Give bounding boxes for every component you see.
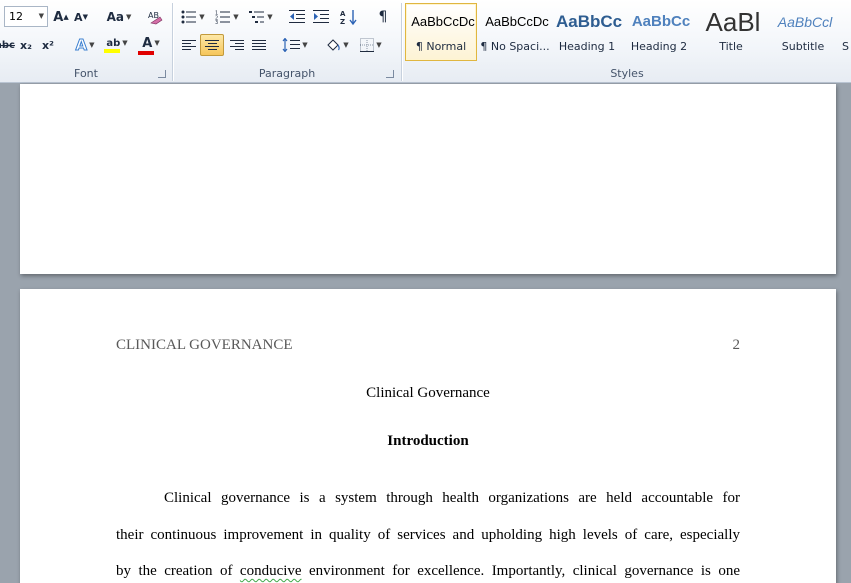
paragraph-line: their continuous improvement in quality … bbox=[116, 526, 740, 543]
justify-icon bbox=[252, 40, 266, 50]
body-paragraph[interactable]: Clinical governance is a system through … bbox=[116, 480, 740, 583]
clear-formatting-icon: AB bbox=[148, 11, 163, 25]
subscript-button[interactable]: x₂ bbox=[16, 34, 36, 56]
borders-icon bbox=[360, 38, 375, 52]
document-page-1[interactable] bbox=[20, 84, 836, 274]
running-head: CLINICAL GOVERNANCE bbox=[116, 337, 293, 353]
text-effects-button[interactable]: A ▼ bbox=[70, 34, 100, 56]
font-group: 12 ▼ A▲ A▼ Aa▼ AB abc x₂ x² A▼ bbox=[0, 0, 172, 83]
paragraph-text: environment for excellence. Importantly,… bbox=[309, 563, 741, 579]
align-left-button[interactable] bbox=[178, 34, 200, 56]
font-size-box[interactable]: 12 ▼ bbox=[4, 6, 48, 27]
increase-indent-icon bbox=[313, 10, 329, 23]
style-subtle-emphasis[interactable]: S bbox=[839, 3, 851, 61]
numbering-icon: 1 2 3 bbox=[215, 11, 231, 24]
align-right-icon bbox=[230, 40, 244, 50]
svg-text:3: 3 bbox=[215, 20, 218, 24]
style-heading-2[interactable]: AaBbCc Heading 2 bbox=[623, 3, 695, 61]
sort-icon: A Z bbox=[340, 10, 357, 25]
bullets-button[interactable]: ▼ bbox=[178, 6, 208, 28]
show-formatting-marks-button[interactable]: ¶ bbox=[372, 6, 394, 28]
grow-font-button[interactable]: A ▲ bbox=[52, 6, 70, 28]
document-page-2[interactable]: CLINICAL GOVERNANCE 2 Clinical Governanc… bbox=[20, 289, 836, 583]
font-dialog-launcher-icon[interactable] bbox=[158, 70, 166, 78]
group-separator bbox=[401, 3, 402, 81]
font-group-label: Font bbox=[74, 67, 98, 80]
ribbon: 12 ▼ A▲ A▼ Aa▼ AB abc x₂ x² A▼ bbox=[0, 0, 851, 83]
strikethrough-button[interactable]: abc bbox=[0, 34, 15, 56]
decrease-indent-icon bbox=[289, 10, 305, 23]
paragraph-text: by the creation of bbox=[116, 563, 233, 579]
paragraph-group-label: Paragraph bbox=[258, 67, 316, 80]
paragraph-group: ▼ 1 2 3 ▼ ▼ A Z ¶ ▼ ▼ ▼ Paragraph bbox=[174, 0, 400, 83]
styles-group-label: Styles bbox=[610, 67, 644, 80]
paragraph-line: by the creation of conducive environment… bbox=[116, 553, 740, 583]
align-right-button[interactable] bbox=[226, 34, 248, 56]
spelling-flagged-word[interactable]: conducive bbox=[240, 563, 302, 579]
font-color-button[interactable]: A ▼ bbox=[136, 34, 166, 56]
increase-indent-button[interactable] bbox=[310, 6, 332, 28]
superscript-button[interactable]: x² bbox=[38, 34, 58, 56]
style-heading-1[interactable]: AaBbCc Heading 1 bbox=[551, 3, 623, 61]
change-case-button[interactable]: Aa ▼ bbox=[104, 6, 134, 28]
multilevel-list-button[interactable]: ▼ bbox=[246, 6, 276, 28]
line-spacing-icon bbox=[282, 38, 301, 52]
style-no-spacing[interactable]: AaBbCcDc ¶ No Spaci... bbox=[479, 3, 551, 61]
clear-formatting-button[interactable]: AB bbox=[144, 6, 166, 28]
document-title: Clinical Governance bbox=[366, 385, 490, 401]
font-size-value: 12 bbox=[9, 10, 23, 23]
sort-button[interactable]: A Z bbox=[338, 6, 360, 28]
align-center-icon bbox=[205, 40, 219, 50]
align-left-icon bbox=[182, 40, 196, 50]
paragraph-dialog-launcher-icon[interactable] bbox=[386, 70, 394, 78]
multilevel-list-icon bbox=[249, 11, 265, 23]
style-title[interactable]: AaBl Title bbox=[695, 3, 767, 61]
svg-text:A: A bbox=[340, 10, 346, 18]
section-heading: Introduction bbox=[387, 433, 469, 449]
font-color-bar bbox=[138, 50, 154, 55]
line-spacing-button[interactable]: ▼ bbox=[280, 34, 310, 56]
decrease-indent-button[interactable] bbox=[286, 6, 308, 28]
borders-button[interactable]: ▼ bbox=[356, 34, 386, 56]
shrink-font-button[interactable]: A ▼ bbox=[72, 6, 90, 28]
align-center-button[interactable] bbox=[200, 34, 224, 56]
styles-gallery: AaBbCcDc ¶ Normal AaBbCcDc ¶ No Spaci...… bbox=[405, 3, 851, 63]
bullets-icon bbox=[181, 10, 197, 24]
group-separator bbox=[172, 3, 173, 81]
chevron-down-icon[interactable]: ▼ bbox=[39, 7, 44, 26]
highlight-color-bar bbox=[104, 48, 120, 53]
highlight-button[interactable]: ab ▼ bbox=[100, 34, 134, 56]
page-number: 2 bbox=[732, 337, 741, 353]
style-subtitle[interactable]: AaBbCcl Subtitle bbox=[767, 3, 839, 61]
shading-button[interactable]: ▼ bbox=[322, 34, 352, 56]
paragraph-line: Clinical governance is a system through … bbox=[164, 490, 740, 506]
numbering-button[interactable]: 1 2 3 ▼ bbox=[212, 6, 242, 28]
svg-text:Z: Z bbox=[340, 18, 345, 25]
paint-bucket-icon bbox=[327, 39, 341, 51]
style-normal[interactable]: AaBbCcDc ¶ Normal bbox=[405, 3, 477, 61]
justify-button[interactable] bbox=[248, 34, 270, 56]
